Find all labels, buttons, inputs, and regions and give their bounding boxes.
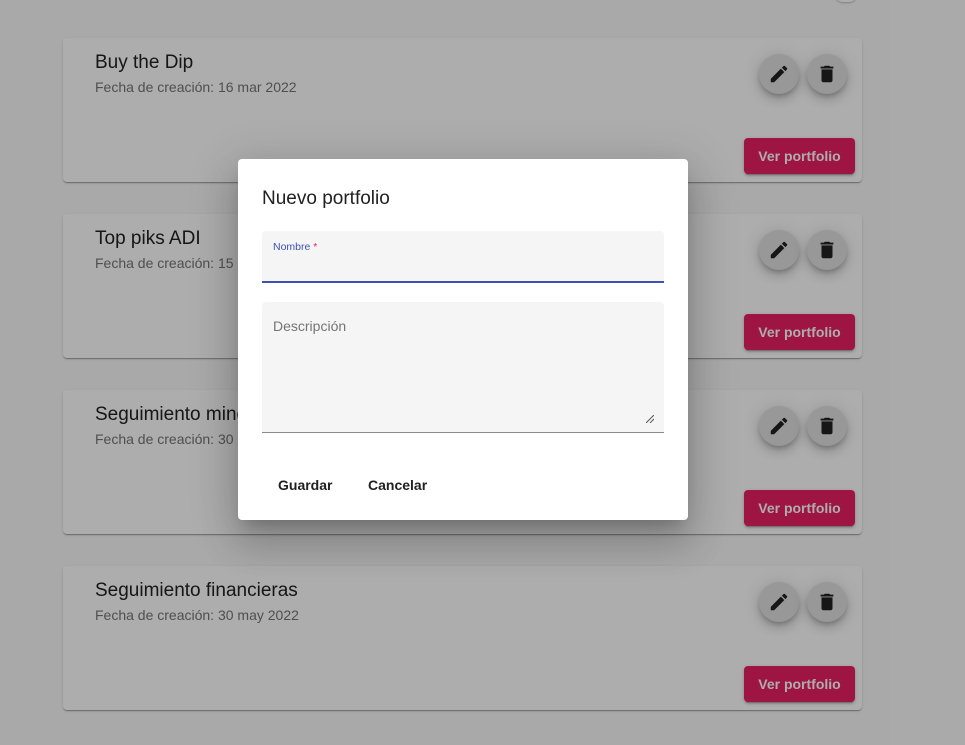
save-button[interactable]: Guardar xyxy=(262,469,348,501)
nombre-field[interactable]: Nombre * xyxy=(262,231,664,283)
dialog-title: Nuevo portfolio xyxy=(262,188,390,209)
new-portfolio-dialog: Nuevo portfolio Nombre * Guardar Cancela… xyxy=(238,159,688,520)
cancel-button[interactable]: Cancelar xyxy=(352,469,443,501)
required-mark: * xyxy=(310,241,318,253)
nombre-input[interactable] xyxy=(273,257,653,277)
descripcion-field[interactable] xyxy=(262,302,664,433)
resize-handle-icon[interactable] xyxy=(646,415,654,423)
nombre-label-text: Nombre xyxy=(273,241,311,253)
descripcion-textarea[interactable] xyxy=(273,318,653,422)
nombre-label: Nombre * xyxy=(273,241,317,253)
portfolio-list-page: Buy the Dip Fecha de creación: 16 mar 20… xyxy=(0,0,965,745)
